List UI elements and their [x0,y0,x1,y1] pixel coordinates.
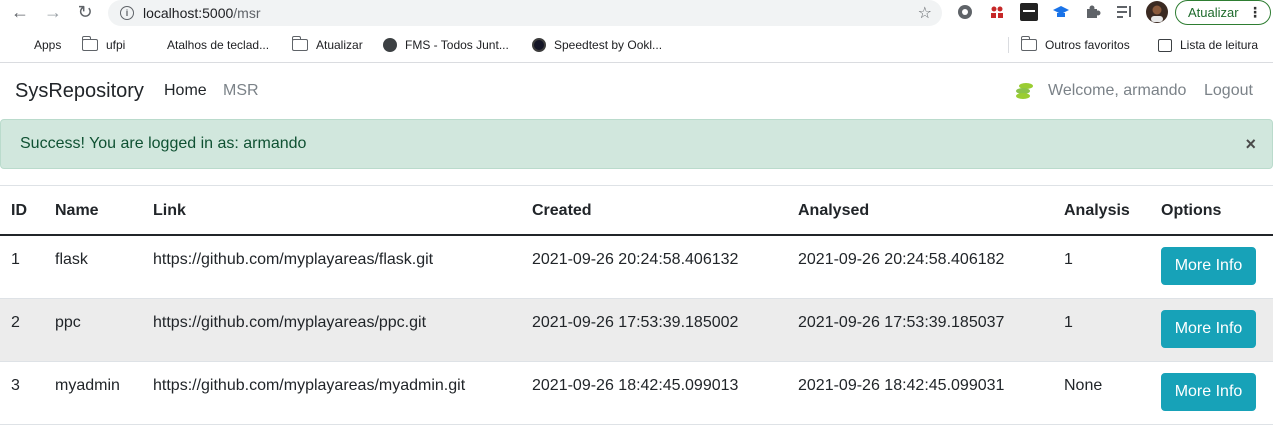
header-analysis: Analysis [1064,202,1130,219]
bookmark-atalhos[interactable]: Atalhos de teclad... [145,34,269,56]
back-arrow-icon[interactable]: ← [7,0,33,24]
reading-list[interactable]: Lista de leitura [1158,34,1258,56]
bookmark-label: Outros favoritos [1045,38,1130,52]
brand-link[interactable]: SysRepository [15,80,144,103]
nav-home-link[interactable]: Home [164,82,207,100]
cell-link: https://github.com/myplayareas/ppc.git [153,314,427,331]
bookmark-label: ufpi [106,38,126,52]
close-icon[interactable]: × [1245,134,1256,155]
cell-created: 2021-09-26 17:53:39.185002 [532,314,739,331]
address-bar[interactable]: i localhost:5000/msr ☆ [108,0,942,26]
url-host: localhost:5000 [143,5,234,21]
cell-analysed: 2021-09-26 18:42:45.099031 [798,377,1005,394]
cell-created: 2021-09-26 18:42:45.099013 [532,377,739,394]
bookmark-label: Lista de leitura [1180,38,1259,52]
more-info-button[interactable]: More Info [1161,247,1256,285]
table-row: 2 ppc https://github.com/myplayareas/ppc… [0,299,1273,362]
folder-icon [81,36,98,51]
extensions-puzzle-icon[interactable] [1084,3,1102,21]
coins-icon [1014,81,1034,101]
more-info-button[interactable]: More Info [1161,310,1256,348]
bookmark-label: Atalhos de teclad... [167,38,270,52]
cell-name: myadmin [55,377,120,394]
bookmark-ufpi[interactable]: ufpi [81,34,126,56]
table-header-row: ID Name Link Created Analysed Analysis O… [0,186,1273,236]
bookmark-label: Atualizar [316,38,363,52]
cell-id: 1 [11,251,20,268]
bookmark-other-favorites[interactable]: Outros favoritos [1020,34,1130,56]
header-created: Created [532,202,592,219]
cell-link: https://github.com/myplayareas/myadmin.g… [153,377,466,394]
cell-analysis: None [1064,377,1103,394]
header-name: Name [55,202,99,219]
globe-icon [383,38,397,52]
header-id: ID [11,202,27,219]
profile-avatar[interactable] [1146,1,1168,23]
table-row: 1 flask https://github.com/myplayareas/f… [0,236,1273,299]
reading-list-icon [1158,38,1172,52]
bookmark-speedtest[interactable]: Speedtest by Ookl... [532,34,662,56]
menu-kebab-icon[interactable]: ⋮ [1248,4,1262,20]
site-info-icon[interactable]: i [120,6,134,20]
alert-message: Success! You are logged in as: armando [20,135,307,152]
reload-icon[interactable]: ↻ [72,0,98,24]
bookmark-label: FMS - Todos Junt... [405,38,509,52]
url-path: /msr [233,5,261,21]
cell-id: 2 [11,314,20,331]
bookmarks-divider [1008,37,1009,53]
cell-analysed: 2021-09-26 20:24:58.406182 [798,251,1005,268]
more-info-button[interactable]: More Info [1161,373,1256,411]
forward-arrow-icon[interactable]: → [40,0,66,24]
folder-icon [291,36,308,51]
logout-link[interactable]: Logout [1204,82,1253,100]
bookmarks-bar: Apps ufpi Atalhos de teclad... Atualizar… [0,34,1273,56]
success-alert: Success! You are logged in as: armando × [0,119,1273,169]
cell-created: 2021-09-26 20:24:58.406132 [532,251,739,268]
extension-circle-icon[interactable] [956,3,974,21]
bookmark-label: Apps [34,38,62,52]
table-row: 3 myadmin https://github.com/myplayareas… [0,362,1273,425]
cell-analysis: 1 [1064,314,1073,331]
extension-graduation-icon[interactable] [1052,3,1070,21]
cell-name: flask [55,251,88,268]
repositories-table: ID Name Link Created Analysed Analysis O… [0,185,1273,425]
windows-icon [145,38,159,52]
apps-grid-icon [12,38,26,52]
bookmark-apps[interactable]: Apps [12,34,61,56]
header-analysed: Analysed [798,202,870,219]
update-label: Atualizar [1188,5,1239,20]
folder-icon [1020,36,1037,51]
bookmark-label: Speedtest by Ookl... [554,38,663,52]
bookmark-atualizar[interactable]: Atualizar [291,34,363,56]
nav-msr-link[interactable]: MSR [223,82,259,100]
welcome-text: Welcome, armando [1048,82,1187,99]
extension-people-icon[interactable] [988,3,1006,21]
cell-analysis: 1 [1064,251,1073,268]
cell-analysed: 2021-09-26 17:53:39.185037 [798,314,1005,331]
cell-name: ppc [55,314,81,331]
browser-toolbar: ← → ↻ i localhost:5000/msr ☆ Atualizar ⋮ [0,0,1273,26]
cell-link: https://github.com/myplayareas/flask.git [153,251,434,268]
cell-id: 3 [11,377,20,394]
bookmark-fms[interactable]: FMS - Todos Junt... [383,34,509,56]
speedtest-icon [532,38,546,52]
app-navbar: SysRepository Home MSR Welcome, armando … [0,63,1273,119]
header-link: Link [153,202,186,219]
extension-new-icon[interactable] [1020,3,1038,21]
media-control-icon[interactable] [1116,3,1134,21]
bookmark-star-icon[interactable]: ☆ [918,3,932,23]
browser-update-button[interactable]: Atualizar ⋮ [1175,0,1271,25]
header-options: Options [1161,202,1222,219]
